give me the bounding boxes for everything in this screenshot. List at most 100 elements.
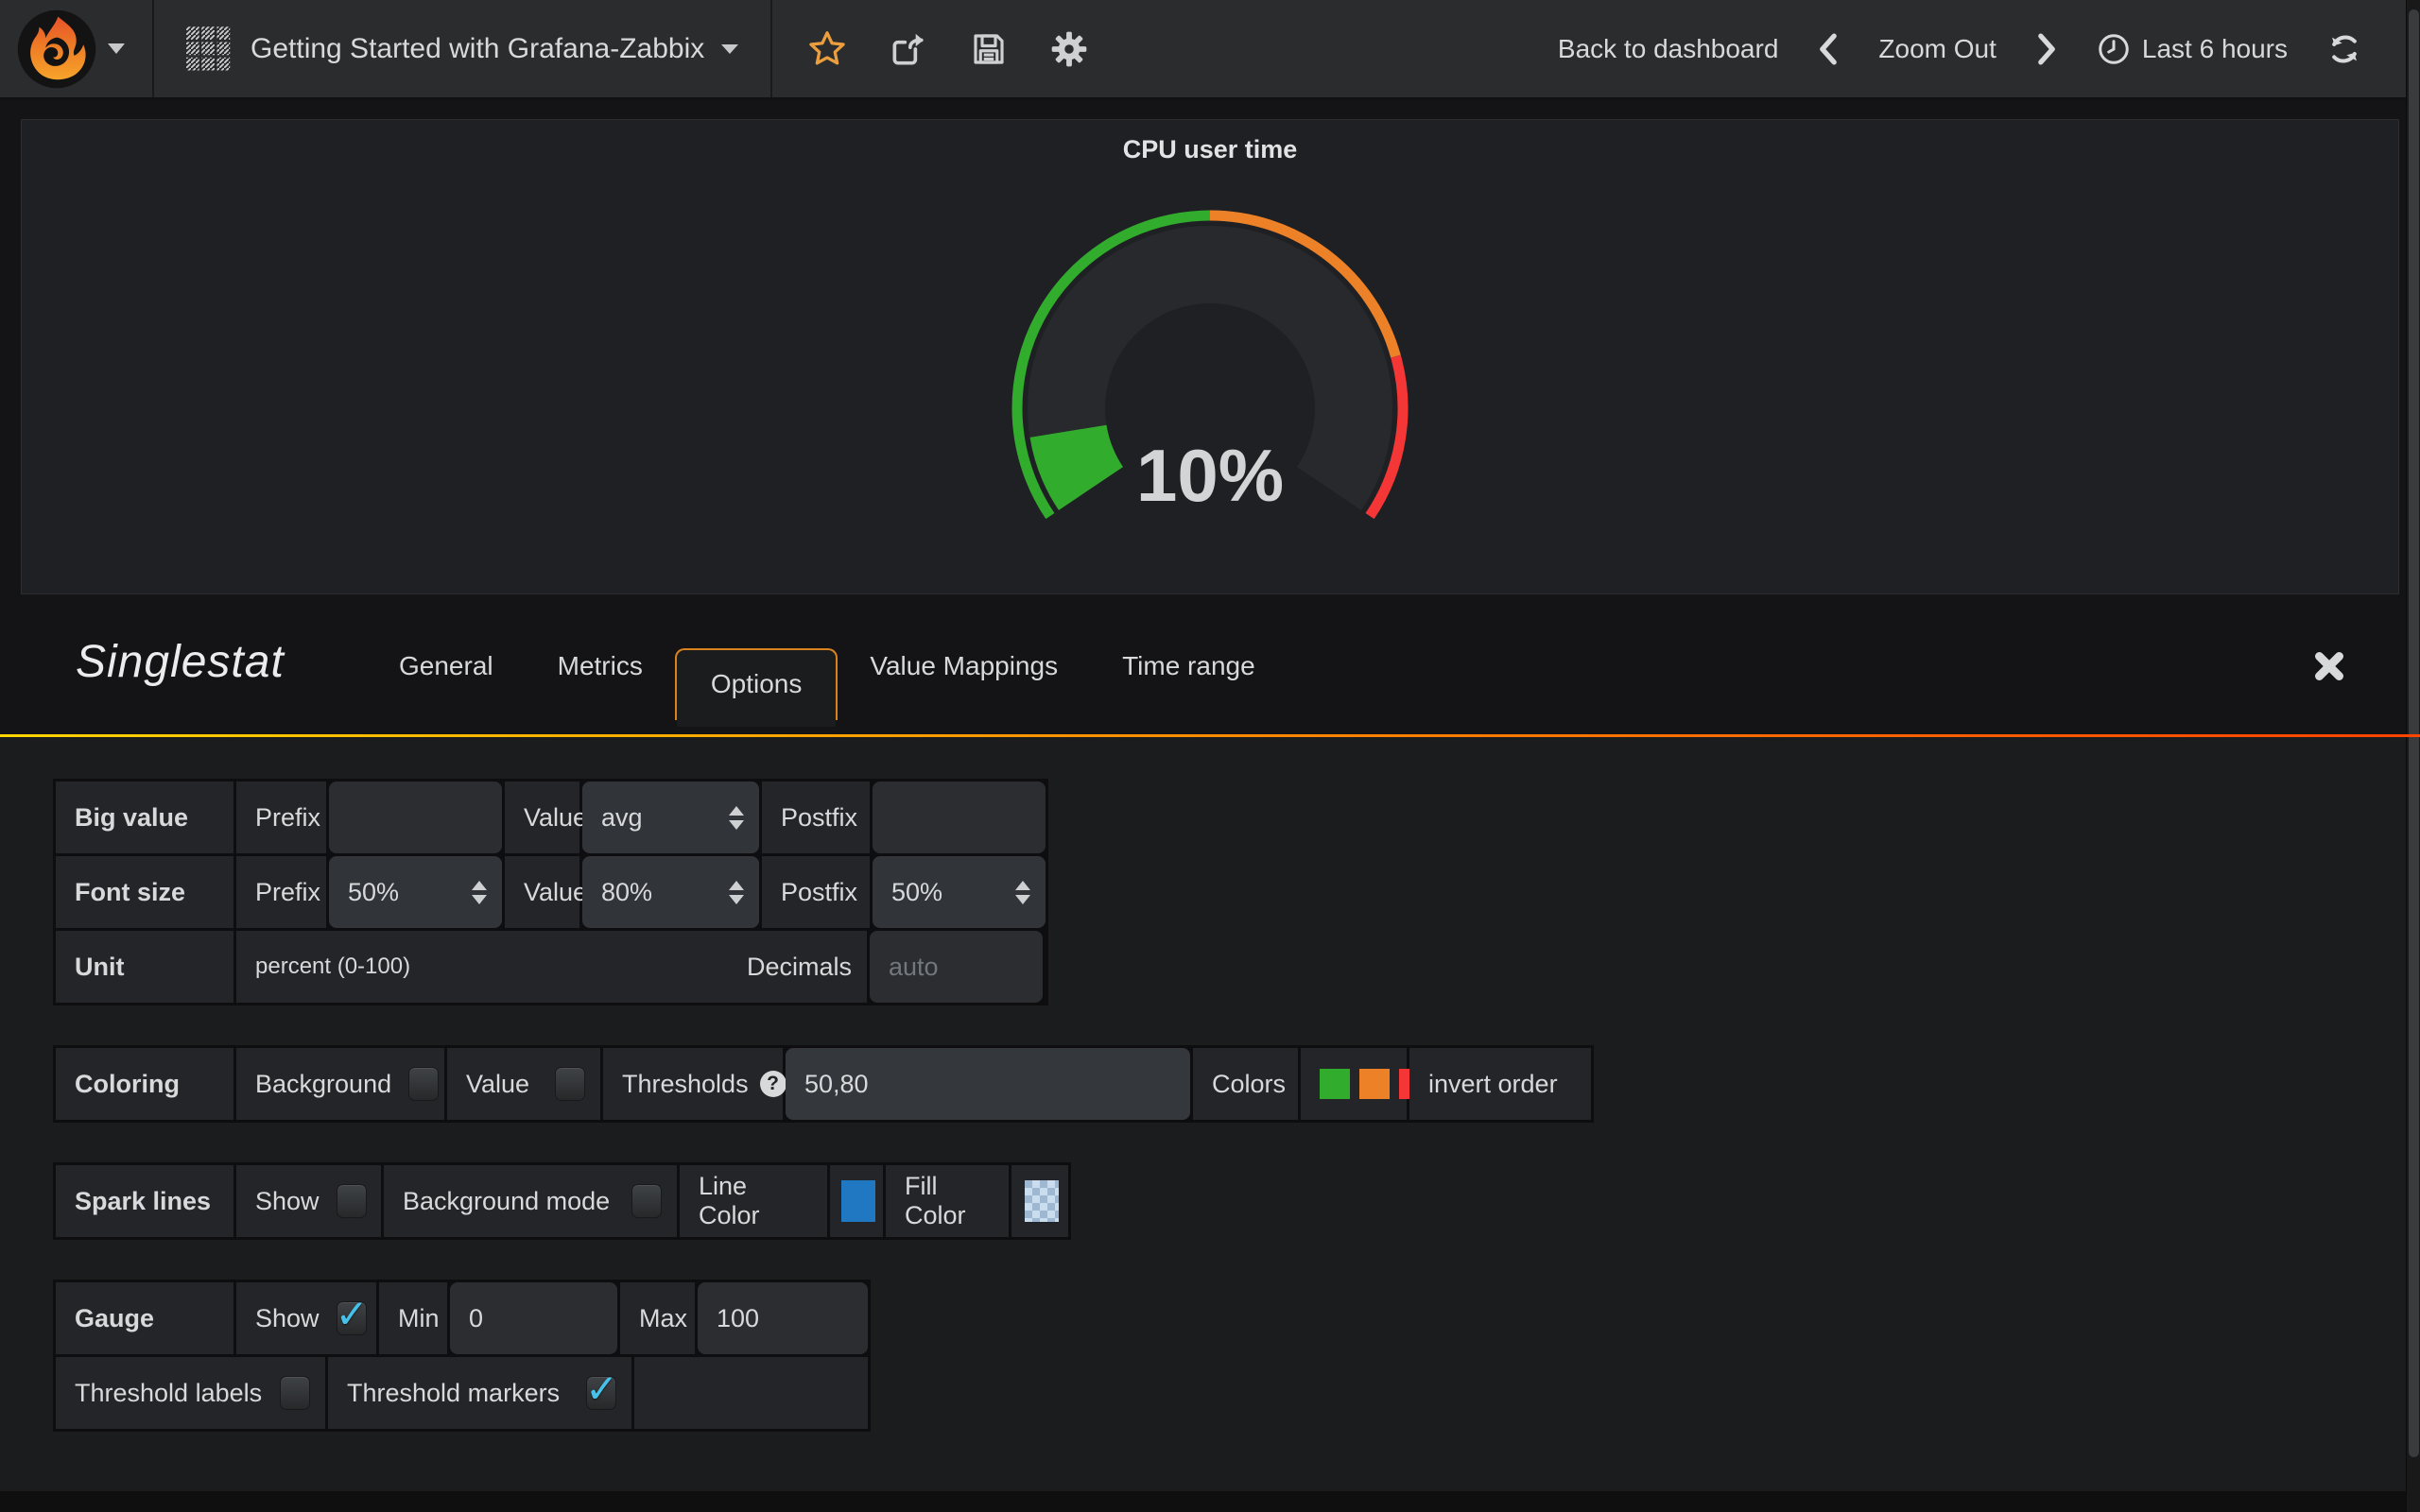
select-arrows-icon [729, 881, 744, 904]
grafana-logo-menu[interactable] [0, 0, 154, 97]
star-icon[interactable] [806, 28, 848, 70]
spark-lines-table: Spark lines Show ✓ Background mode ✓ Lin… [53, 1162, 1071, 1240]
value-function-select[interactable]: avg [582, 782, 759, 853]
refresh-icon[interactable] [2325, 30, 2363, 68]
colors-label: Colors [1193, 1048, 1298, 1120]
decimals-input[interactable] [889, 953, 1028, 982]
background-mode-checkbox[interactable]: ✓ [631, 1184, 662, 1218]
help-icon[interactable]: ? [760, 1071, 786, 1097]
title-dropdown-caret [721, 44, 738, 54]
green-color-swatch[interactable] [1320, 1069, 1350, 1099]
prefix-input-cell [329, 782, 502, 853]
threshold-labels-label: Threshold labels [75, 1379, 262, 1408]
gauge-show-label: Show [255, 1304, 320, 1333]
select-arrows-icon [1015, 881, 1030, 904]
check-icon: ✓ [336, 1291, 369, 1337]
panel-title[interactable]: CPU user time [22, 120, 2398, 164]
check-icon: ✓ [585, 1366, 618, 1412]
max-input[interactable] [717, 1304, 853, 1333]
logo-dropdown-caret [108, 43, 125, 54]
chevron-right-icon[interactable] [2034, 33, 2059, 65]
value-options-table: Big value Prefix Value avg Postfix Font … [53, 779, 1048, 1005]
max-input-cell [698, 1282, 868, 1354]
dashboard-title-menu[interactable]: Getting Started with Grafana-Zabbix [154, 0, 772, 97]
gauge-show-cell: Show ✓ [236, 1282, 376, 1354]
dashboard-grid-icon [186, 26, 233, 73]
line-color-cell [830, 1165, 883, 1237]
orange-color-swatch[interactable] [1359, 1069, 1390, 1099]
share-icon[interactable] [888, 28, 929, 70]
close-icon[interactable] [2312, 649, 2346, 688]
font-size-label: Font size [56, 856, 233, 928]
line-color-label: Line Color [680, 1165, 827, 1237]
show-label: Show [255, 1187, 320, 1216]
empty-cell [634, 1357, 868, 1429]
font-prefix-label: Prefix [236, 856, 326, 928]
scrollbar-thumb[interactable] [2409, 9, 2419, 1457]
dashboard-area: CPU user time 10% [0, 101, 2420, 596]
tab-time-range[interactable]: Time range [1090, 651, 1288, 681]
postfix-input[interactable] [891, 803, 1030, 833]
big-value-label: Big value [56, 782, 233, 853]
threshold-colors-cell [1301, 1048, 1407, 1120]
options-editor: Big value Prefix Value avg Postfix Font … [0, 737, 2420, 1491]
font-value-label: Value [505, 856, 579, 928]
gauge-row: Gauge Show ✓ Min Max [56, 1282, 868, 1354]
time-range-label: Last 6 hours [2142, 34, 2288, 64]
thresholds-input-cell [786, 1048, 1190, 1120]
font-postfix-label: Postfix [762, 856, 870, 928]
decimals-input-cell [870, 931, 1043, 1003]
background-checkbox[interactable]: ✓ [408, 1067, 439, 1101]
dashboard-title: Getting Started with Grafana-Zabbix [251, 33, 704, 65]
gear-icon[interactable] [1048, 28, 1090, 70]
spark-lines-label: Spark lines [56, 1165, 233, 1237]
gauge-chart: 10% [988, 198, 1432, 576]
postfix-size-select[interactable]: 50% [873, 856, 1046, 928]
gauge-label: Gauge [56, 1282, 233, 1354]
fill-color-overlay [1025, 1180, 1059, 1222]
value-size-select[interactable]: 80% [582, 856, 759, 928]
threshold-labels-checkbox[interactable]: ✓ [280, 1376, 310, 1410]
tab-general[interactable]: General [367, 651, 526, 681]
font-size-row: Font size Prefix 50% Value 80% Postfix 5… [56, 856, 1046, 928]
spark-lines-row: Spark lines Show ✓ Background mode ✓ Lin… [56, 1165, 1068, 1237]
gauge-show-checkbox[interactable]: ✓ [337, 1301, 367, 1335]
fill-color-cell [1011, 1165, 1068, 1237]
prefix-size-select[interactable]: 50% [329, 856, 502, 928]
line-color-swatch[interactable] [841, 1180, 875, 1222]
svg-text:10%: 10% [1136, 434, 1284, 517]
vertical-scrollbar[interactable] [2406, 0, 2420, 1512]
grafana-logo-icon [15, 8, 98, 91]
min-input[interactable] [469, 1304, 602, 1333]
chevron-left-icon[interactable] [1816, 33, 1841, 65]
invert-order-button[interactable]: invert order [1409, 1048, 1591, 1120]
fill-color-swatch[interactable] [1025, 1180, 1059, 1222]
sparkline-show-checkbox[interactable]: ✓ [337, 1184, 367, 1218]
sparkline-show-cell: Show ✓ [236, 1165, 381, 1237]
postfix-size-current: 50% [891, 878, 942, 907]
singlestat-panel[interactable]: CPU user time 10% [21, 119, 2399, 594]
thresholds-input[interactable] [804, 1070, 1175, 1099]
back-to-dashboard-button[interactable]: Back to dashboard [1558, 34, 1779, 64]
zoom-out-button[interactable]: Zoom Out [1878, 34, 1996, 64]
background-label: Background [255, 1070, 391, 1099]
tab-options[interactable]: Options [675, 648, 838, 720]
select-arrows-icon [729, 806, 744, 830]
big-value-row: Big value Prefix Value avg Postfix [56, 782, 1046, 853]
panel-type-title: Singlestat [76, 636, 285, 688]
prefix-input[interactable] [348, 803, 487, 833]
background-mode-label: Background mode [403, 1187, 610, 1216]
threshold-markers-cell: Threshold markers ✓ [328, 1357, 631, 1429]
tab-value-mappings[interactable]: Value Mappings [838, 651, 1090, 681]
unit-dropdown[interactable]: percent (0-100) [255, 954, 410, 980]
time-picker-button[interactable]: Last 6 hours [2097, 32, 2288, 66]
min-input-cell [450, 1282, 617, 1354]
threshold-markers-checkbox[interactable]: ✓ [586, 1376, 616, 1410]
max-label: Max [620, 1282, 695, 1354]
value-size-current: 80% [601, 878, 652, 907]
threshold-labels-cell: Threshold labels ✓ [56, 1357, 325, 1429]
save-icon[interactable] [969, 29, 1009, 69]
value-coloring-checkbox[interactable]: ✓ [555, 1067, 585, 1101]
tab-metrics[interactable]: Metrics [526, 651, 675, 681]
brand-gradient-divider [0, 734, 2420, 737]
